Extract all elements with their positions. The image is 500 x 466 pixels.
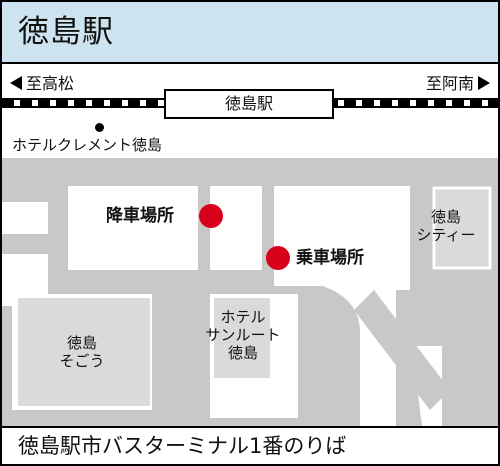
map-area: 降車場所 乗車場所 徳島 シティー 徳島 そごう ホテル サンルート 徳島	[2, 158, 498, 428]
direction-east: 至阿南	[426, 74, 490, 94]
tokushima-city-line1: 徳島	[430, 208, 461, 226]
road	[302, 286, 360, 426]
arrow-right-icon	[478, 76, 490, 90]
hotel-clement-marker	[95, 123, 104, 132]
block	[68, 186, 198, 270]
direction-west-label: 至高松	[26, 74, 75, 93]
direction-west: 至高松	[10, 74, 74, 94]
dropoff-marker	[199, 204, 223, 228]
footer-caption: 徳島駅市バスターミナル1番のりば	[18, 434, 347, 458]
station-building: 徳島駅	[164, 89, 334, 119]
page-title: 徳島駅	[18, 14, 114, 50]
hotel-sunroute-line2: サンルート	[205, 326, 281, 344]
footer-caption-bar: 徳島駅市バスターミナル1番のりば	[2, 426, 498, 464]
street-map	[2, 158, 498, 428]
sogo-label: 徳島 そごう	[42, 334, 122, 370]
block	[210, 186, 262, 270]
sogo-line2: そごう	[59, 352, 105, 370]
title-bar: 徳島駅	[2, 2, 498, 64]
station-label: 徳島駅	[224, 94, 273, 113]
dropoff-label: 降車場所	[106, 206, 174, 226]
tokushima-city-label: 徳島 シティー	[406, 208, 486, 244]
hotel-clement-label: ホテルクレメント徳島	[12, 136, 163, 154]
hotel-sunroute-line1: ホテル	[220, 308, 266, 326]
direction-east-label: 至阿南	[425, 74, 474, 93]
hotel-sunroute-label: ホテル サンルート 徳島	[188, 308, 298, 362]
tokushima-city-line2: シティー	[416, 226, 476, 244]
sogo-line1: 徳島	[66, 334, 97, 352]
hotel-sunroute-line3: 徳島	[227, 344, 258, 362]
map-frame: 徳島駅 至高松 至阿南 徳島駅 ホテルクレメント徳島 降車場所 乗車場所 徳島 …	[0, 0, 500, 466]
pickup-label: 乗車場所	[296, 248, 364, 268]
pickup-marker	[266, 246, 290, 270]
arrow-left-icon	[10, 76, 22, 90]
block	[2, 202, 48, 234]
